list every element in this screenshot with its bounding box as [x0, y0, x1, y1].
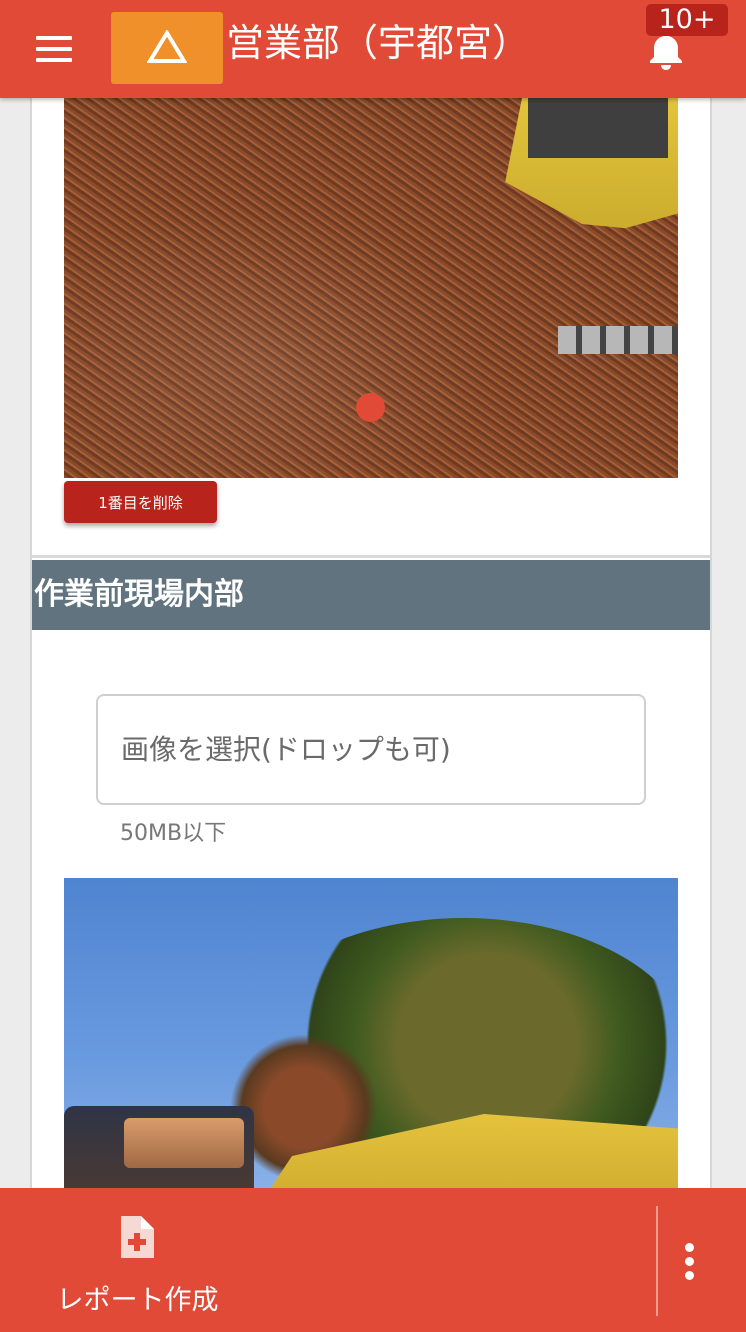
- section-divider: [32, 555, 710, 558]
- more-vertical-icon[interactable]: [678, 1238, 702, 1288]
- hamburger-menu-icon[interactable]: [36, 36, 72, 62]
- bottom-bar-divider: [656, 1206, 658, 1316]
- notification-button[interactable]: [646, 30, 686, 72]
- top-app-bar: 営業部（宇都宮） 10+: [0, 0, 746, 98]
- triangle-logo-icon: [147, 30, 187, 63]
- create-report-label: レポート作成: [56, 1285, 219, 1316]
- image-marker-dot[interactable]: [356, 393, 385, 422]
- create-report-button[interactable]: レポート作成: [40, 1208, 235, 1318]
- app-logo[interactable]: [111, 12, 223, 84]
- delete-image-1-button[interactable]: 1番目を削除: [64, 481, 217, 523]
- image-file-input[interactable]: 画像を選択(ドロップも可): [96, 694, 646, 805]
- bell-icon: [650, 32, 682, 70]
- notification-badge: 10+: [646, 4, 728, 36]
- uploaded-image-2: [64, 878, 678, 1188]
- add-document-icon: [121, 1216, 154, 1258]
- file-size-hint: 50MB以下: [120, 821, 227, 846]
- section-title: 作業前現場内部: [32, 560, 710, 630]
- bottom-action-bar: レポート作成: [0, 1188, 746, 1332]
- page-title: 営業部（宇都宮）: [226, 21, 531, 65]
